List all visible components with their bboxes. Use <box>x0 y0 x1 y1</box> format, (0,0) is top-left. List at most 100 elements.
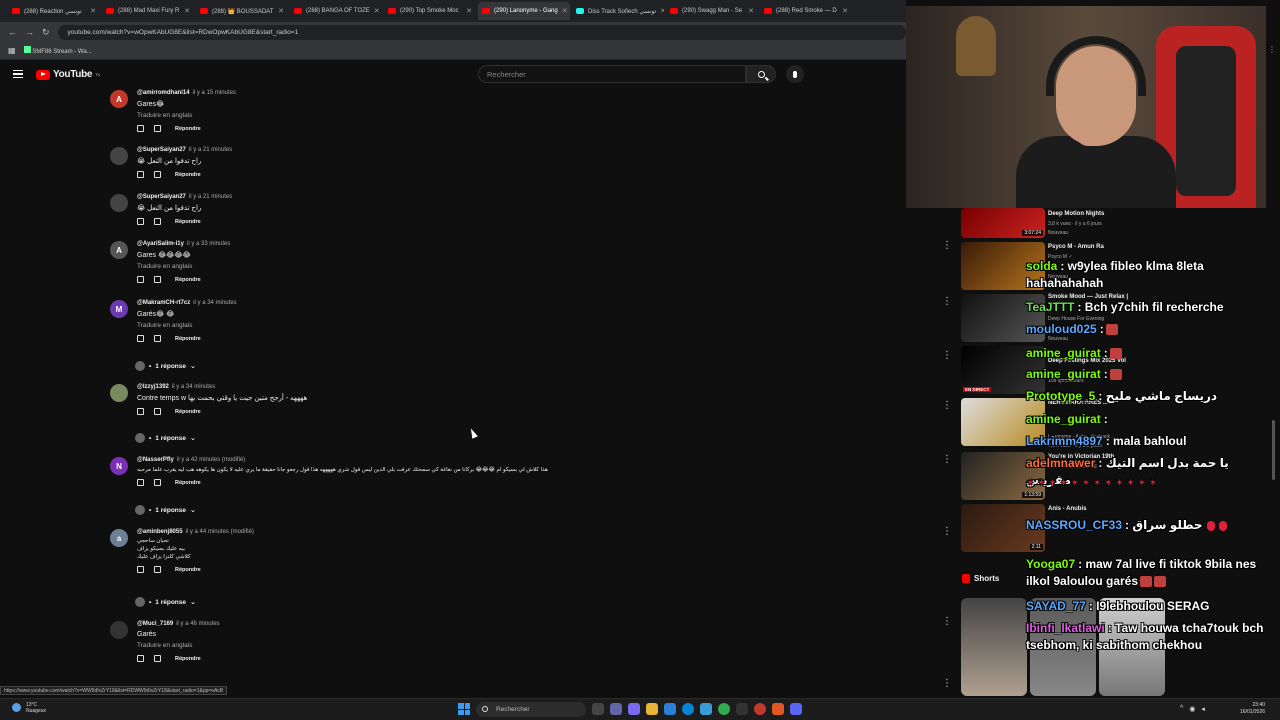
youtube-logo[interactable]: YouTube TN <box>36 69 100 80</box>
chevron-up-icon[interactable]: ^ <box>1180 705 1183 713</box>
close-tab-icon[interactable]: ✕ <box>842 7 848 15</box>
comment-time[interactable]: il y a 21 minutes <box>189 147 232 153</box>
browser-tab[interactable]: (288) 👑 BOUSSADAT ✕ <box>196 2 288 20</box>
app-icon[interactable] <box>754 703 766 715</box>
comment-time[interactable]: il y a 33 minutes <box>187 241 230 247</box>
browser-tab[interactable]: Diss Track Sofiech تونسي ✕ <box>572 2 664 20</box>
like-icon[interactable] <box>137 171 144 178</box>
like-icon[interactable] <box>137 566 144 573</box>
browser-menu-icon[interactable]: ⋮ <box>1268 45 1276 54</box>
avatar[interactable]: M <box>110 300 128 318</box>
like-icon[interactable] <box>137 125 144 132</box>
comment-time[interactable]: il y a 42 minutes (modifié) <box>177 457 245 463</box>
comment-author[interactable]: @amirromdhani14 <box>137 90 190 96</box>
close-tab-icon[interactable]: ✕ <box>466 7 472 15</box>
comment-author[interactable]: @MakramCH-rt7cz <box>137 300 190 306</box>
comment-author[interactable]: @SuperSaiyan27 <box>137 147 186 153</box>
like-icon[interactable] <box>137 335 144 342</box>
video-thumbnail[interactable]: 3:07:24 <box>961 208 1045 238</box>
dislike-icon[interactable] <box>154 655 161 662</box>
weather-widget[interactable]: 13°C Nuageux <box>12 702 46 714</box>
dislike-icon[interactable] <box>154 276 161 283</box>
taskbar-search[interactable]: Rechercher <box>476 702 586 717</box>
like-icon[interactable] <box>137 276 144 283</box>
reply-button[interactable]: Répondre <box>175 126 201 132</box>
close-tab-icon[interactable]: ✕ <box>184 7 190 15</box>
reply-button[interactable]: Répondre <box>175 172 201 178</box>
browser-tab[interactable]: (290) Swagg Man - Se ✕ <box>666 2 758 20</box>
like-icon[interactable] <box>137 408 144 415</box>
comment-time[interactable]: il y a 15 minutes <box>193 90 236 96</box>
browser-tab[interactable]: (290) Top Smoke Moc ✕ <box>384 2 476 20</box>
edge-icon[interactable] <box>682 703 694 715</box>
dislike-icon[interactable] <box>154 479 161 486</box>
windows-start-icon[interactable] <box>458 703 470 715</box>
close-tab-icon[interactable]: ✕ <box>90 7 96 15</box>
more-options-icon[interactable]: ⋮ <box>942 526 952 537</box>
file-explorer-icon[interactable] <box>646 703 658 715</box>
comment-author[interactable]: @AyariSalim-i1y <box>137 241 184 247</box>
dislike-icon[interactable] <box>154 335 161 342</box>
reload-icon[interactable]: ↻ <box>42 27 50 38</box>
comment-author[interactable]: @Muci_7169 <box>137 621 173 627</box>
reply-button[interactable]: Répondre <box>175 656 201 662</box>
video-title[interactable]: Deep Motion Nights <box>1048 211 1104 217</box>
close-tab-icon[interactable]: ✕ <box>562 7 568 15</box>
reply-button[interactable]: Répondre <box>175 567 201 573</box>
dislike-icon[interactable] <box>154 125 161 132</box>
view-replies-button[interactable]: • 1 réponse ⌄ <box>135 433 196 443</box>
url-field[interactable]: youtube.com/watch?v=wOpwKAbUG8E&list=RDw… <box>57 24 906 40</box>
like-icon[interactable] <box>137 218 144 225</box>
video-title[interactable]: Psyco M - Amun Ra <box>1048 244 1104 250</box>
view-replies-button[interactable]: • 1 réponse ⌄ <box>135 361 196 371</box>
reply-button[interactable]: Répondre <box>175 480 201 486</box>
reply-button[interactable]: Répondre <box>175 219 201 225</box>
translate-link[interactable]: Traduire en anglais <box>137 112 737 119</box>
comment-author[interactable]: @NasserPfly <box>137 457 174 463</box>
more-options-icon[interactable]: ⋮ <box>942 454 952 465</box>
dislike-icon[interactable] <box>154 171 161 178</box>
browser-tab[interactable]: (288) Reaction تونسي ✕ <box>8 2 100 20</box>
discord-icon[interactable] <box>790 703 802 715</box>
store-icon[interactable] <box>664 703 676 715</box>
view-replies-button[interactable]: • 1 réponse ⌄ <box>135 597 196 607</box>
menu-icon[interactable] <box>13 70 23 78</box>
like-icon[interactable] <box>137 655 144 662</box>
comment-author[interactable]: @SuperSaiyan27 <box>137 194 186 200</box>
short-thumbnail[interactable] <box>961 598 1027 696</box>
bookmark-item[interactable]: SMF86 Stream - Wa... <box>23 46 92 55</box>
comment-author[interactable]: @lzzyj1392 <box>137 384 169 390</box>
chrome-icon[interactable] <box>718 703 730 715</box>
app-icon[interactable] <box>628 703 640 715</box>
app-icon[interactable] <box>700 703 712 715</box>
avatar[interactable] <box>110 621 128 639</box>
apps-grid-icon[interactable]: ▦ <box>8 46 16 55</box>
translate-link[interactable]: Traduire en anglais <box>137 263 737 270</box>
more-options-icon[interactable]: ⋮ <box>942 350 952 361</box>
browser-tab-active[interactable]: (290) Lanonyme - Gang ✕ <box>478 2 570 20</box>
browser-tab[interactable]: (288) BANGA OF TOZE ✕ <box>290 2 382 20</box>
avatar[interactable]: A <box>110 241 128 259</box>
task-view-icon[interactable] <box>592 703 604 715</box>
comment-author[interactable]: @aminbenj8055 <box>137 529 183 535</box>
back-icon[interactable]: ← <box>8 27 17 37</box>
comment-time[interactable]: il y a 46 minutes <box>176 621 219 627</box>
avatar[interactable] <box>110 147 128 165</box>
more-options-icon[interactable]: ⋮ <box>942 240 952 251</box>
app-icon[interactable] <box>772 703 784 715</box>
translate-link[interactable]: Traduire en anglais <box>137 642 737 649</box>
like-icon[interactable] <box>137 479 144 486</box>
search-button[interactable] <box>746 65 776 83</box>
avatar[interactable] <box>110 384 128 402</box>
more-options-icon[interactable]: ⋮ <box>942 400 952 411</box>
network-icon[interactable]: ◉ <box>1189 705 1195 713</box>
dislike-icon[interactable] <box>154 218 161 225</box>
browser-tab[interactable]: (288) Mad Maxi Fury R ✕ <box>102 2 194 20</box>
browser-tab[interactable]: (288) Red Smoke — D ✕ <box>760 2 852 20</box>
avatar[interactable]: a <box>110 529 128 547</box>
avatar[interactable] <box>110 194 128 212</box>
avatar[interactable]: A <box>110 90 128 108</box>
video-title[interactable]: Anis - Anubis <box>1048 506 1086 512</box>
view-replies-button[interactable]: • 1 réponse ⌄ <box>135 505 196 515</box>
obs-icon[interactable] <box>736 703 748 715</box>
